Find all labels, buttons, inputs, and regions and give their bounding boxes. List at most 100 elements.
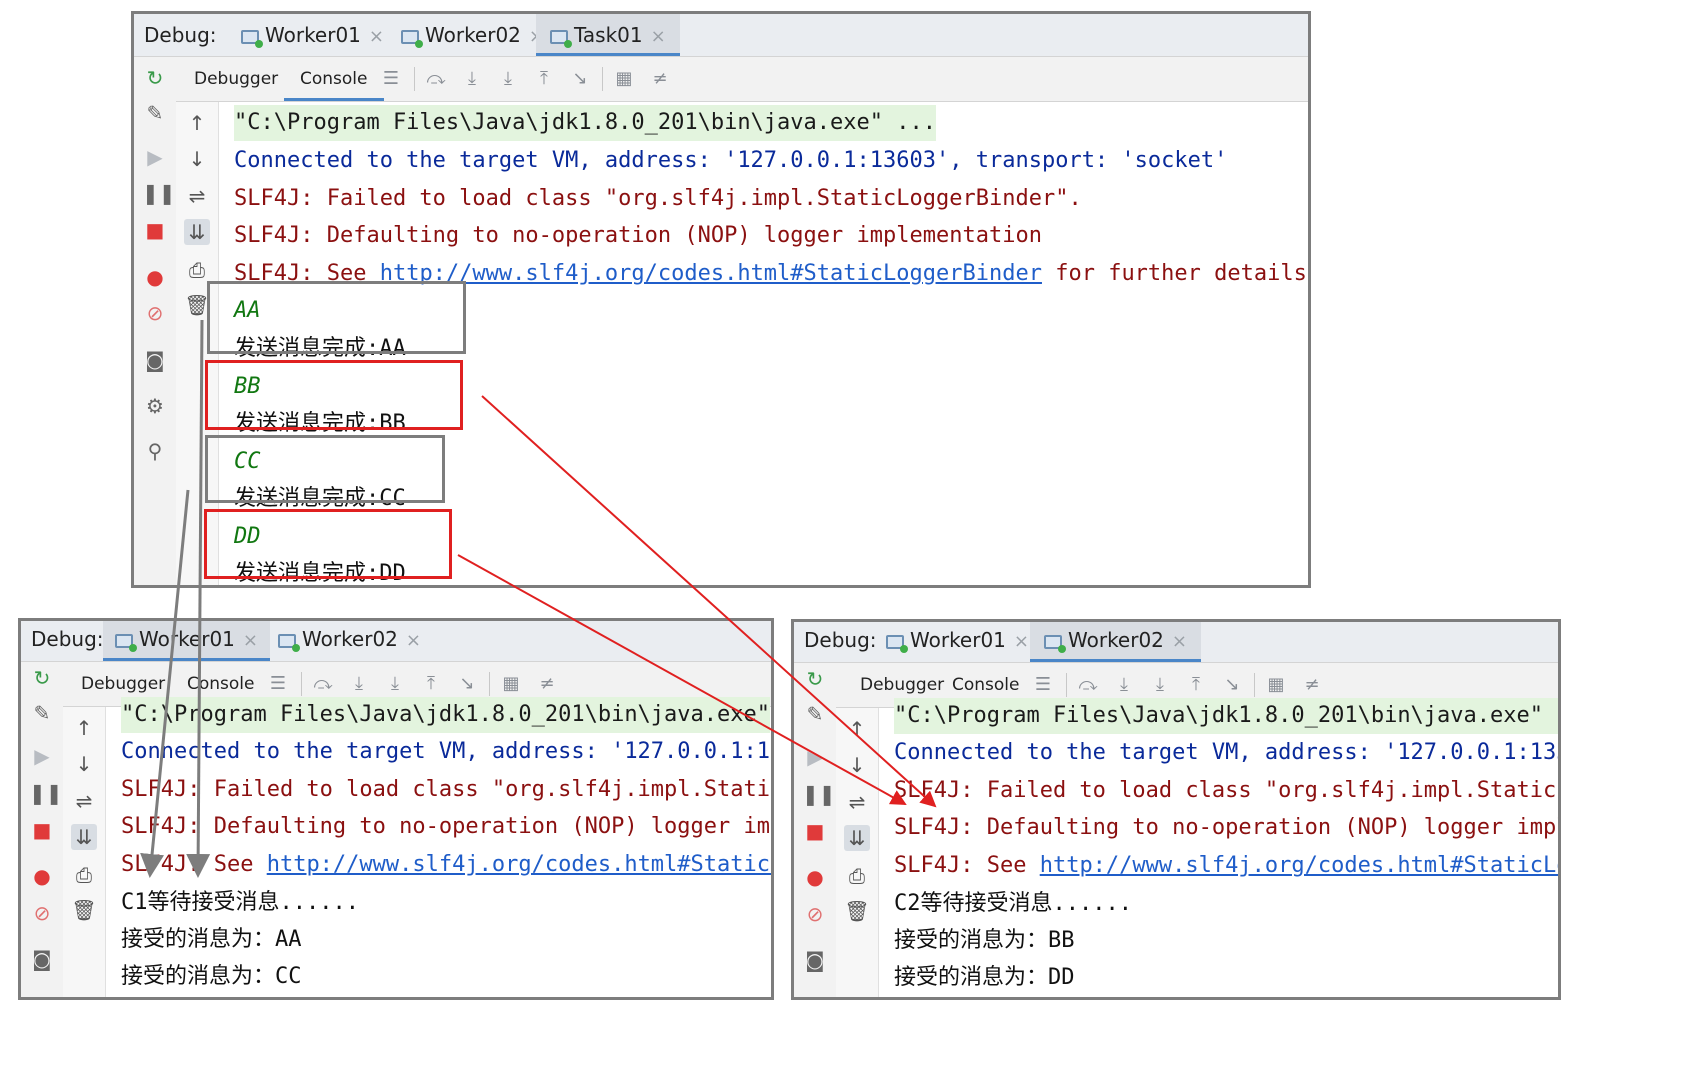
close-icon[interactable]: × <box>1014 631 1029 652</box>
soft-wrap-icon[interactable]: ⇌ <box>71 788 97 814</box>
camera-icon[interactable]: ◙ <box>142 347 168 373</box>
force-step-into-icon[interactable]: ⤓ <box>383 672 407 696</box>
wrench-icon[interactable]: ✎ <box>142 100 168 126</box>
rerun-icon[interactable]: ↻ <box>142 65 168 91</box>
soft-wrap-icon[interactable]: ⇌ <box>184 183 210 209</box>
print-icon[interactable]: ⎙ <box>844 863 870 889</box>
run-to-cursor-icon[interactable]: ↘ <box>568 67 592 91</box>
debug-session-icon <box>550 29 572 48</box>
resume-icon[interactable]: ▶ <box>802 744 828 770</box>
mute-breakpoints-icon[interactable]: ⊘ <box>29 900 55 926</box>
close-icon[interactable]: × <box>243 630 258 651</box>
slf4j-codes-link[interactable]: http://www.slf4j.org/codes.html#StaticLo… <box>1040 853 1558 878</box>
force-step-into-icon[interactable]: ⤓ <box>1148 673 1172 697</box>
trace-icon[interactable]: ≠ <box>648 67 672 91</box>
evaluate-icon[interactable]: ▦ <box>499 672 523 696</box>
soft-wrap-icon[interactable]: ⇌ <box>844 789 870 815</box>
slf4j-codes-link[interactable]: http://www.slf4j.org/codes.html#StaticLo… <box>380 261 1042 286</box>
run-to-cursor-icon[interactable]: ↘ <box>1220 673 1244 697</box>
tab-worker01[interactable]: Worker01 × <box>874 622 1041 662</box>
rerun-icon[interactable]: ↻ <box>29 665 55 691</box>
trash-icon[interactable]: 🗑 <box>844 898 870 924</box>
debug-session-icon <box>241 29 263 48</box>
print-icon[interactable]: ⎙ <box>71 862 97 888</box>
mute-breakpoints-icon[interactable]: ⊘ <box>142 300 168 326</box>
pause-icon[interactable]: ❚❚ <box>802 781 836 807</box>
console-output: "C:\Program Files\Java\jdk1.8.0_201\bin\… <box>894 698 1558 997</box>
stop-icon[interactable]: ■ <box>142 217 168 243</box>
up-arrow-icon[interactable]: ↑ <box>184 110 210 136</box>
settings-icon[interactable]: ⚙ <box>142 393 168 419</box>
step-out-icon[interactable]: ⤒ <box>419 672 443 696</box>
close-icon[interactable]: × <box>1172 631 1187 652</box>
stop-icon[interactable]: ■ <box>802 818 828 844</box>
evaluate-icon[interactable]: ▦ <box>612 67 636 91</box>
slf4j-codes-link[interactable]: http://www.slf4j.org/codes.html#StaticL <box>267 852 771 877</box>
scroll-to-end-icon[interactable]: ⇊ <box>184 219 210 245</box>
toolbar-divider <box>414 67 415 91</box>
resume-icon[interactable]: ▶ <box>29 743 55 769</box>
camera-icon[interactable]: ◙ <box>802 947 828 973</box>
pause-icon[interactable]: ❚❚ <box>29 780 63 806</box>
tab-debugger[interactable]: Debugger <box>178 57 294 101</box>
camera-icon[interactable]: ◙ <box>29 946 55 972</box>
close-icon[interactable]: × <box>651 26 666 47</box>
console-line-slf4j-see: SLF4J: See http://www.slf4j.org/codes.ht… <box>121 847 771 883</box>
breakpoints-icon[interactable]: ● <box>142 264 168 290</box>
breakpoints-icon[interactable]: ● <box>29 863 55 889</box>
step-over-icon[interactable]: ⤼ <box>1076 673 1100 697</box>
tab-worker02[interactable]: Worker02× <box>389 14 556 56</box>
down-arrow-icon[interactable]: ↓ <box>844 752 870 778</box>
step-over-icon[interactable]: ⤼ <box>424 67 448 91</box>
layout-icon[interactable]: ☰ <box>266 672 290 696</box>
wrench-icon[interactable]: ✎ <box>29 700 55 726</box>
debug-session-icon <box>886 634 908 653</box>
scroll-to-end-icon[interactable]: ⇊ <box>844 825 870 851</box>
close-icon[interactable]: × <box>406 630 421 651</box>
debug-tab-bar: Debug: Worker01 × Worker02 × <box>21 621 771 662</box>
tab-console[interactable]: Console <box>284 57 384 101</box>
up-arrow-icon[interactable]: ↑ <box>844 716 870 742</box>
trash-icon[interactable]: 🗑 <box>71 897 97 923</box>
debug-panel-worker01: Debug: Worker01 × Worker02 × ↻ ✎ ▶ ❚❚ ■ ● … <box>18 618 774 1000</box>
layout-icon[interactable]: ☰ <box>379 67 403 91</box>
tab-task01[interactable]: Task01 × <box>536 14 680 56</box>
toolbar-divider <box>489 672 490 696</box>
down-arrow-icon[interactable]: ↓ <box>184 146 210 172</box>
mute-breakpoints-icon[interactable]: ⊘ <box>802 901 828 927</box>
step-into-icon[interactable]: ⤓ <box>1112 673 1136 697</box>
trace-icon[interactable]: ≠ <box>535 672 559 696</box>
down-arrow-icon[interactable]: ↓ <box>71 751 97 777</box>
evaluate-icon[interactable]: ▦ <box>1264 673 1288 697</box>
tab-worker02[interactable]: Worker02× <box>266 621 433 661</box>
debug-left-toolbar: ↻ ✎ ▶ ❚❚ ■ ● ⊘ ◙ ⚙ ⚲ <box>134 57 177 585</box>
up-arrow-icon[interactable]: ↑ <box>71 715 97 741</box>
debug-label: Debug: <box>804 628 877 652</box>
print-icon[interactable]: ⎙ <box>184 257 210 283</box>
step-over-icon[interactable]: ⤼ <box>311 672 335 696</box>
tab-worker01[interactable]: Worker01 × <box>103 621 271 661</box>
resume-icon[interactable]: ▶ <box>142 144 168 170</box>
scroll-to-end-icon[interactable]: ⇊ <box>71 824 97 850</box>
breakpoints-icon[interactable]: ● <box>802 864 828 890</box>
pin-icon[interactable]: ⚲ <box>142 438 168 464</box>
step-out-icon[interactable]: ⤒ <box>1184 673 1208 697</box>
console-line-received-bb: 接受的消息为：BB <box>894 928 1075 953</box>
close-icon[interactable]: × <box>369 26 384 47</box>
layout-icon[interactable]: ☰ <box>1031 673 1055 697</box>
trace-icon[interactable]: ≠ <box>1300 673 1324 697</box>
run-to-cursor-icon[interactable]: ↘ <box>455 672 479 696</box>
step-into-icon[interactable]: ⤓ <box>347 672 371 696</box>
tab-worker02[interactable]: Worker02× <box>1030 622 1202 662</box>
step-out-icon[interactable]: ⤒ <box>532 67 556 91</box>
console-line-received-cc: 接受的消息为：CC <box>121 964 302 989</box>
rerun-icon[interactable]: ↻ <box>802 666 828 692</box>
step-into-icon[interactable]: ⤓ <box>460 67 484 91</box>
wrench-icon[interactable]: ✎ <box>802 701 828 727</box>
pause-icon[interactable]: ❚❚ <box>142 180 176 206</box>
stop-icon[interactable]: ■ <box>29 817 55 843</box>
force-step-into-icon[interactable]: ⤓ <box>496 67 520 91</box>
console-line-slf4j-default: SLF4J: Defaulting to no-operation (NOP) … <box>121 814 774 839</box>
tab-worker01[interactable]: Worker01 × <box>229 14 396 56</box>
debug-session-icon <box>1044 634 1066 653</box>
